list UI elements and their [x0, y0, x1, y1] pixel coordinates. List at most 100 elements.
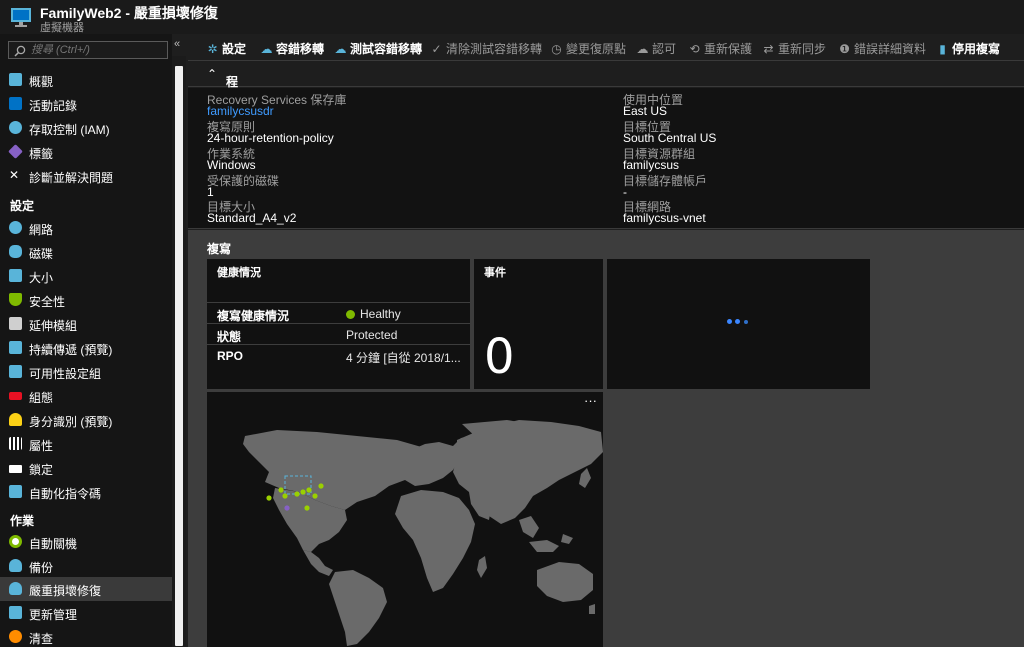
- settings-button[interactable]: ✲ 設定: [206, 40, 246, 57]
- backup-icon: [9, 559, 22, 572]
- resync-button[interactable]: ⇄ 重新同步: [762, 40, 826, 57]
- sidebar-item-security[interactable]: 安全性: [0, 288, 172, 312]
- sidebar-item-overview[interactable]: 概觀: [0, 68, 172, 92]
- world-map: [243, 420, 603, 646]
- reprotect-icon: ⟲: [689, 42, 700, 56]
- protected-disks-value: 1: [207, 185, 214, 199]
- monitor-icon: [9, 365, 22, 378]
- inventory-icon: [9, 630, 22, 643]
- datacenter-marker: [304, 505, 310, 511]
- sidebar-item-automation-script[interactable]: 自動化指令碼: [0, 480, 172, 504]
- sidebar-item-inventory[interactable]: 清查: [0, 625, 172, 647]
- target-storage-value: -: [623, 185, 627, 199]
- sidebar-item-properties[interactable]: 屬性: [0, 432, 172, 456]
- sidebar-item-identity[interactable]: 身分識別 (預覽): [0, 408, 172, 432]
- sidebar-item-access-control[interactable]: 存取控制 (IAM): [0, 116, 172, 140]
- events-count: 0: [484, 329, 515, 385]
- sidebar-item-configuration[interactable]: 組態: [0, 384, 172, 408]
- sidebar-item-extensions[interactable]: 延伸模組: [0, 312, 172, 336]
- target-location-value: South Central US: [623, 131, 717, 145]
- sidebar-item-update-management[interactable]: 更新管理: [0, 601, 172, 625]
- sidebar-item-locks[interactable]: 鎖定: [0, 456, 172, 480]
- test-failover-icon: ☁: [334, 42, 347, 56]
- map-tile[interactable]: ···: [207, 392, 603, 647]
- lock-icon: [9, 465, 22, 473]
- sidebar-item-auto-shutdown[interactable]: 自動關機: [0, 530, 172, 554]
- datacenter-marker: [312, 493, 318, 499]
- log-icon: [9, 97, 22, 110]
- reprotect-button[interactable]: ⟲ 重新保護: [688, 40, 752, 57]
- change-recovery-point-button[interactable]: ◷ 變更復原點: [550, 40, 626, 57]
- health-tile-title: 健康情況: [217, 267, 261, 279]
- health-tile[interactable]: 健康情況 複寫健康情況 Healthy 狀態 Protected RPO 4 分…: [207, 259, 470, 389]
- events-tile[interactable]: 事件 0: [474, 259, 603, 389]
- datacenter-marker: [278, 487, 284, 493]
- disk-icon: [9, 245, 22, 258]
- loading-dot: [735, 319, 740, 324]
- datacenter-marker: [284, 505, 290, 511]
- sidebar-item-diagnose[interactable]: ✕ 診斷並解決問題: [0, 164, 172, 188]
- datacenter-marker: [306, 487, 312, 493]
- info-icon: ❶: [839, 42, 850, 56]
- sidebar-item-availability-set[interactable]: 可用性設定組: [0, 360, 172, 384]
- users-icon: [9, 121, 22, 134]
- commit-icon: ☁: [636, 42, 649, 56]
- essentials-toggle[interactable]: 程式集 ⌃: [188, 60, 1024, 123]
- monitor-icon: [9, 269, 22, 282]
- search-icon: [14, 45, 26, 57]
- datacenter-marker: [294, 491, 300, 497]
- vault-link[interactable]: familycsusdr: [207, 104, 274, 118]
- error-details-button[interactable]: ❶ 錯誤詳細資料: [838, 40, 926, 57]
- datacenter-marker: [318, 483, 324, 489]
- clock-icon: [9, 535, 22, 548]
- menu-scrollbar[interactable]: [172, 56, 186, 647]
- protected-disks-label: 受保護的磁碟: [207, 174, 280, 188]
- target-network-value: familycsus-vnet: [623, 211, 706, 225]
- datacenter-marker: [300, 489, 306, 495]
- section-operations: 作業: [10, 514, 35, 528]
- replication-section-title: 複寫: [207, 242, 232, 256]
- trash-icon: ▮: [939, 42, 946, 56]
- disaster-recovery-icon: [9, 582, 22, 595]
- target-resource-group-value: familycsus: [623, 158, 680, 172]
- essentials-panel: Recovery Services 保存庫 familycsusdr 複寫原則 …: [188, 88, 1024, 229]
- title-bar: FamilyWeb2 - 嚴重損壞修復 虛擬機器: [0, 0, 1024, 34]
- datacenter-marker: [282, 493, 288, 499]
- command-bar: ✲ 設定 ☁ 容錯移轉 ☁ 測試容錯移轉 ✓ 清除測試容錯移轉 ◷ 變更復原點 ☁ 認可 ⟲…: [196, 34, 1024, 60]
- replication-policy-value: 24-hour-retention-policy: [207, 131, 334, 145]
- gear-icon: ✲: [207, 42, 218, 56]
- sidebar-item-continuous-delivery[interactable]: 持續傳遞 (預覽): [0, 336, 172, 360]
- sidebar-item-disks[interactable]: 磁碟: [0, 240, 172, 264]
- test-failover-button[interactable]: ☁ 測試容錯移轉: [334, 40, 423, 57]
- loading-tile[interactable]: [607, 259, 870, 389]
- config-icon: [9, 392, 22, 400]
- target-size-value: Standard_A4_v2: [207, 211, 297, 225]
- page-subtitle: 虛擬機器: [40, 22, 84, 34]
- failover-button[interactable]: ☁ 容錯移轉: [260, 40, 325, 57]
- sidebar-item-disaster-recovery[interactable]: 嚴重損壞修復: [0, 577, 172, 601]
- scrollbar-thumb[interactable]: [175, 66, 183, 646]
- sidebar-item-networking[interactable]: 網路: [0, 216, 172, 240]
- sidebar-item-activity-log[interactable]: 活動記錄: [0, 92, 172, 116]
- disable-replication-button[interactable]: ▮ 停用複寫: [936, 40, 1000, 57]
- sidebar-item-tags[interactable]: 標籤: [0, 140, 172, 164]
- health-row-status: 狀態 Protected: [207, 323, 470, 344]
- health-row-replication: 複寫健康情況 Healthy: [207, 302, 470, 323]
- collapse-menu-icon[interactable]: «: [174, 38, 180, 50]
- tag-icon: [8, 144, 23, 159]
- properties-icon: [9, 437, 22, 450]
- sidebar-item-backup[interactable]: 備份: [0, 554, 172, 578]
- cleanup-test-failover-button[interactable]: ✓ 清除測試容錯移轉: [430, 40, 542, 57]
- commit-button[interactable]: ☁ 認可: [636, 40, 677, 57]
- sidebar-item-size[interactable]: 大小: [0, 264, 172, 288]
- healthy-status-icon: [346, 310, 355, 319]
- search-box[interactable]: [8, 41, 168, 59]
- target-storage-label: 目標儲存體帳戶: [623, 174, 708, 188]
- loading-dot: [727, 319, 732, 324]
- network-icon: [9, 221, 22, 234]
- delivery-icon: [9, 341, 22, 354]
- script-icon: [9, 485, 22, 498]
- monitor-icon: [9, 73, 22, 86]
- search-input[interactable]: [31, 42, 165, 58]
- essentials-label: 程式集 ⌃: [207, 67, 239, 123]
